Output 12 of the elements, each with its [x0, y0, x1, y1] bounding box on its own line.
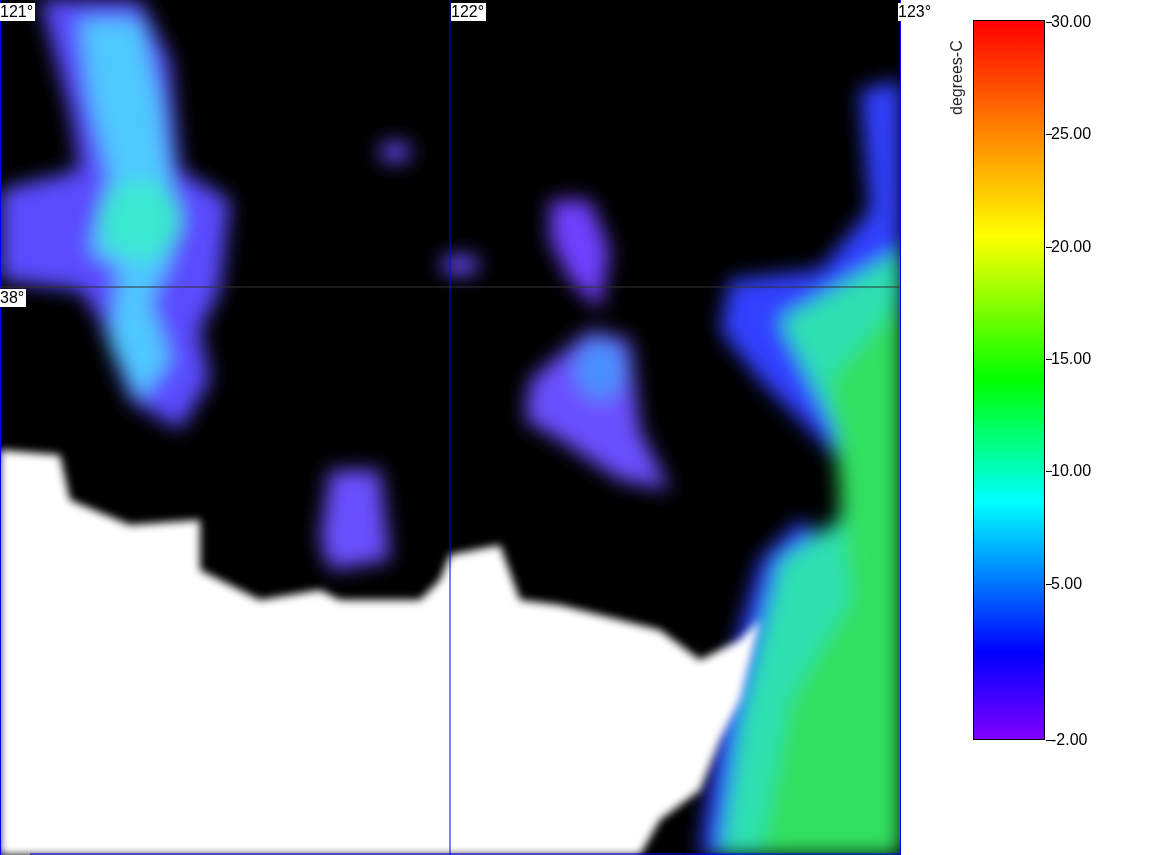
scale-tick-label: -2.00 [1051, 731, 1088, 749]
unit-label: degrees-C [947, 40, 966, 115]
scale-tick-label: 5.00 [1051, 574, 1083, 593]
longitude-label: 122° [451, 3, 487, 21]
scale-tick-label: 20.00 [1051, 237, 1092, 256]
longitude-label: 123° [898, 3, 934, 21]
scale-tick-label: 15.00 [1051, 349, 1092, 368]
scale-tick-label: 30.00 [1051, 13, 1092, 31]
latitude-label: 38° [0, 289, 27, 307]
scale-tick-label: 10.00 [1051, 462, 1092, 481]
longitude-label: 121° [0, 3, 36, 21]
scale-tick-label: 25.00 [1051, 125, 1092, 144]
